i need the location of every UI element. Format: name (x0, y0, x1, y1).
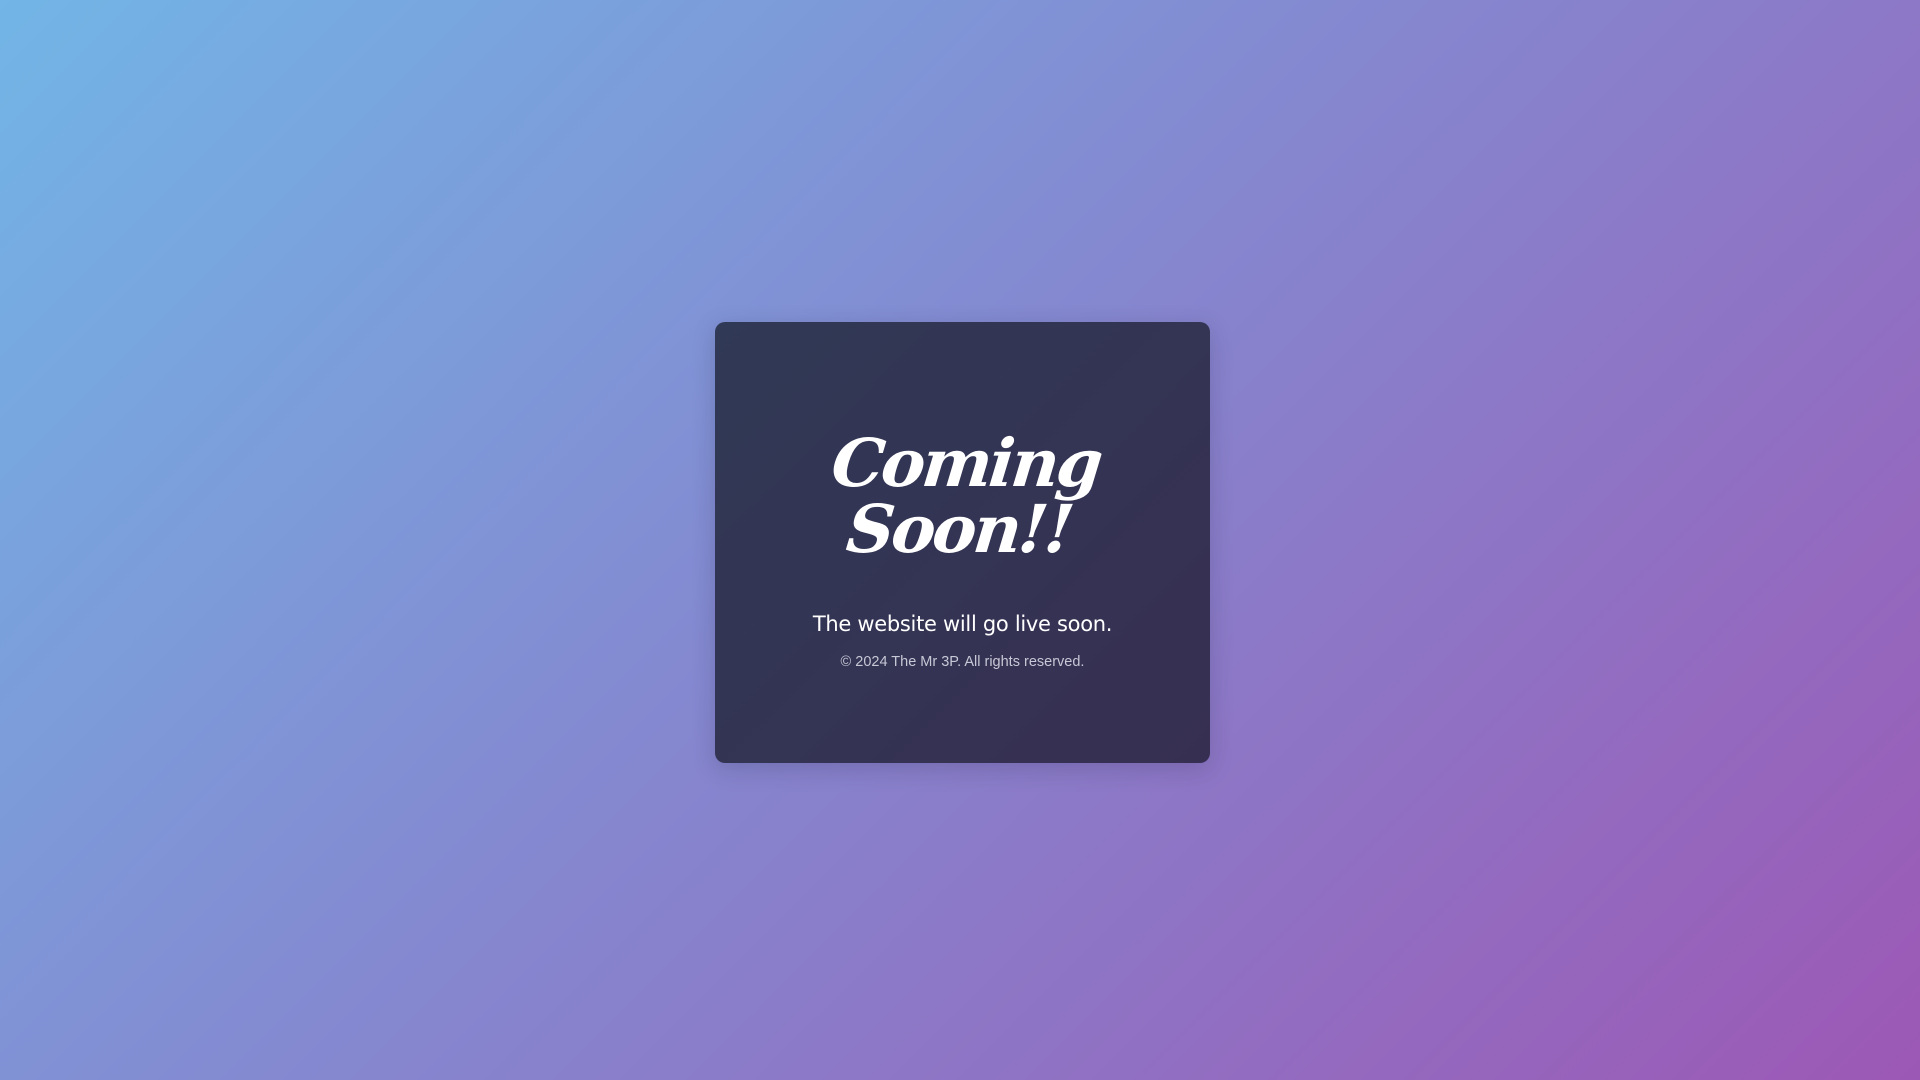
page-title: Coming Soon!! (828, 423, 1104, 568)
launch-message: The website will go live soon. (812, 611, 1113, 636)
coming-soon-card: Coming Soon!! The website will go live s… (715, 322, 1210, 763)
copyright-notice: © 2024 The Mr 3P. All rights reserved. (840, 653, 1085, 670)
